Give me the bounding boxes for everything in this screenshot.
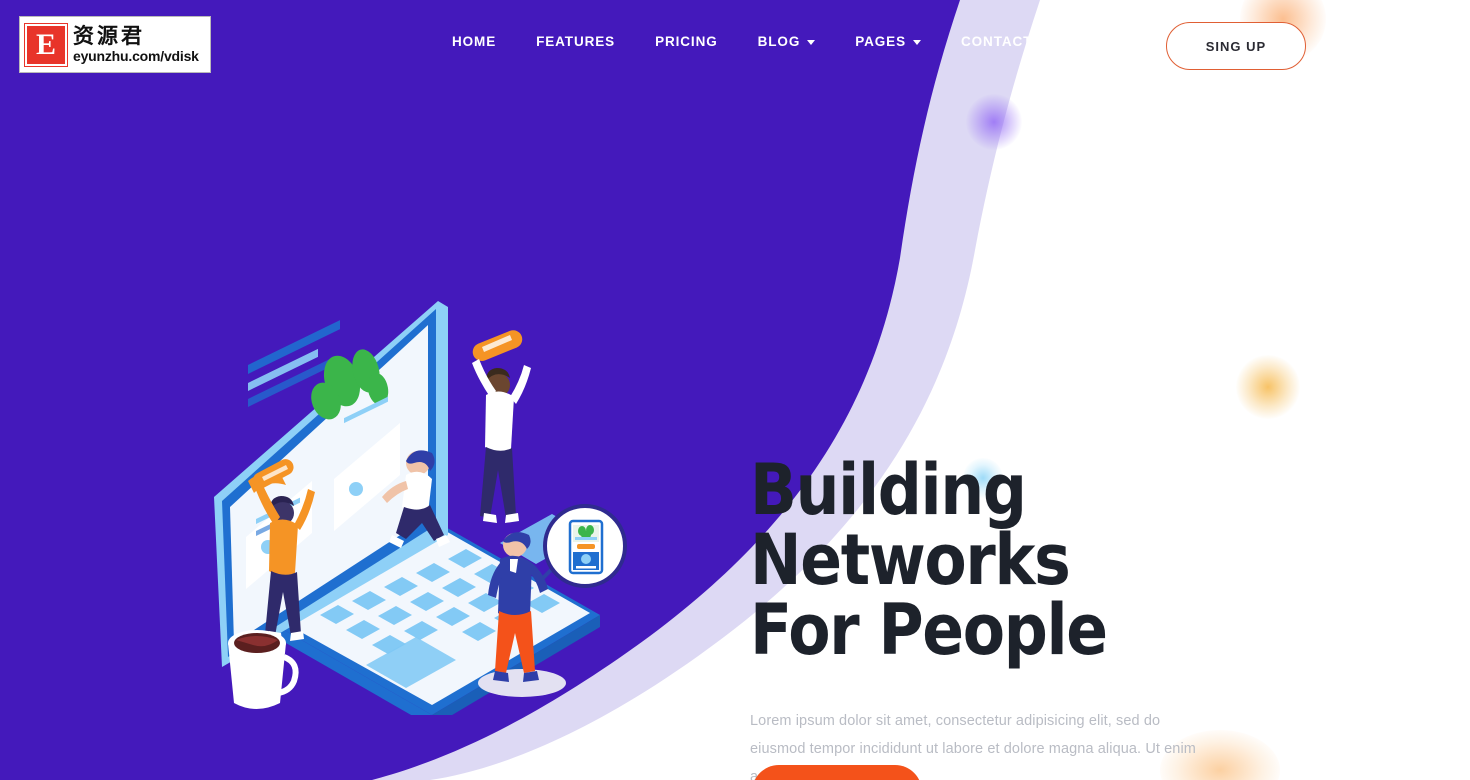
person-white-shirt [472,330,531,523]
watermark-url: eyunzhu.com/vdisk [73,47,199,64]
sign-up-button[interactable]: SING UP [1166,22,1306,70]
chevron-down-icon [807,40,816,45]
watermark-overlay: E 资源君 eyunzhu.com/vdisk [19,16,211,73]
watermark-chinese-text: 资源君 [73,24,145,48]
magnifier-circle [543,504,627,588]
nav-item-pages[interactable]: PAGES [835,34,941,49]
nav-item-blog[interactable]: BLOG [738,34,836,49]
nav-label-home: HOME [452,34,497,49]
watermark-letter: E [35,27,56,61]
site-header: ecobit HOME FEATURES PRICING BLOG PAGES … [0,0,1470,92]
nav-label-contact: CONTACT [961,34,1033,49]
hero-title-line-2: For People [750,589,1108,671]
nav-label-pages: PAGES [855,34,906,49]
isometric-laptop-illustration [214,301,627,727]
coffee-mug [228,630,299,709]
chevron-down-icon [913,40,921,45]
nav-item-home[interactable]: HOME [432,34,516,49]
nav-item-features[interactable]: FEATURES [516,34,635,49]
hero-illustration [170,285,650,727]
hero-title-line-1: Building Networks [750,449,1071,601]
nav-item-pricing[interactable]: PRICING [635,34,738,49]
main-navigation: HOME FEATURES PRICING BLOG PAGES CONTACT [432,34,1052,49]
nav-label-blog: BLOG [757,34,801,49]
watermark-logo-icon: E [25,23,67,66]
nav-item-contact[interactable]: CONTACT [941,34,1052,49]
page-title: Building Networks For People [750,455,1243,665]
sign-up-label: SING UP [1205,38,1267,54]
nav-label-pricing: PRICING [655,34,718,49]
hero-section: Building Networks For People Lorem ipsum… [750,455,1310,780]
get-started-button[interactable]: GET STARTED [752,765,922,780]
watermark-text-group: 资源君 eyunzhu.com/vdisk [73,24,199,64]
nav-label-features: FEATURES [536,34,616,49]
